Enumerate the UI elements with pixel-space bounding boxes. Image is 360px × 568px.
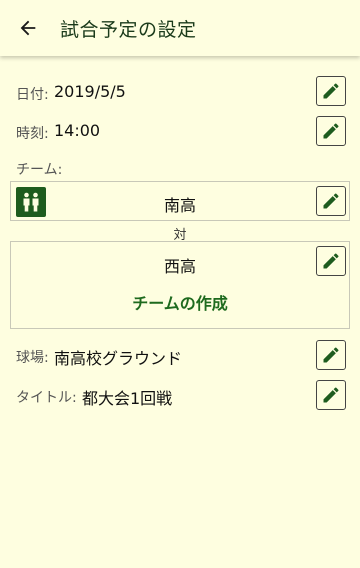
time-value: 14:00 (54, 121, 101, 140)
edit-venue-button[interactable] (316, 340, 346, 370)
pencil-icon (323, 193, 339, 209)
pencil-icon (323, 253, 339, 269)
match-title-value: 都大会1回戦 (82, 389, 173, 408)
venue-value: 南高校グラウンド (54, 349, 183, 368)
pencil-icon (323, 83, 339, 99)
edit-home-team-button[interactable] (316, 186, 346, 216)
match-title-label: タイトル: (16, 390, 77, 406)
pencil-icon (323, 347, 339, 363)
home-team-name: 南高 (163, 196, 196, 215)
app-bar: 試合予定の設定 (0, 0, 360, 56)
date-value: 2019/5/5 (54, 82, 126, 101)
pencil-icon (323, 387, 339, 403)
venue-label: 球場: (16, 350, 49, 366)
time-label: 時刻: (16, 126, 49, 142)
arrow-left-icon (20, 20, 36, 36)
edit-time-button[interactable] (316, 116, 346, 146)
page-title: 試合予定の設定 (60, 19, 197, 41)
edit-date-button[interactable] (316, 76, 346, 106)
back-button[interactable] (10, 10, 46, 46)
away-team-name: 西高 (163, 257, 196, 276)
team-label: チーム: (16, 162, 63, 178)
edit-away-team-button[interactable] (316, 246, 346, 276)
date-label: 日付: (16, 87, 49, 103)
pencil-icon (323, 123, 339, 139)
edit-match-title-button[interactable] (316, 380, 346, 410)
create-team-link[interactable]: チームの作成 (10, 290, 350, 314)
